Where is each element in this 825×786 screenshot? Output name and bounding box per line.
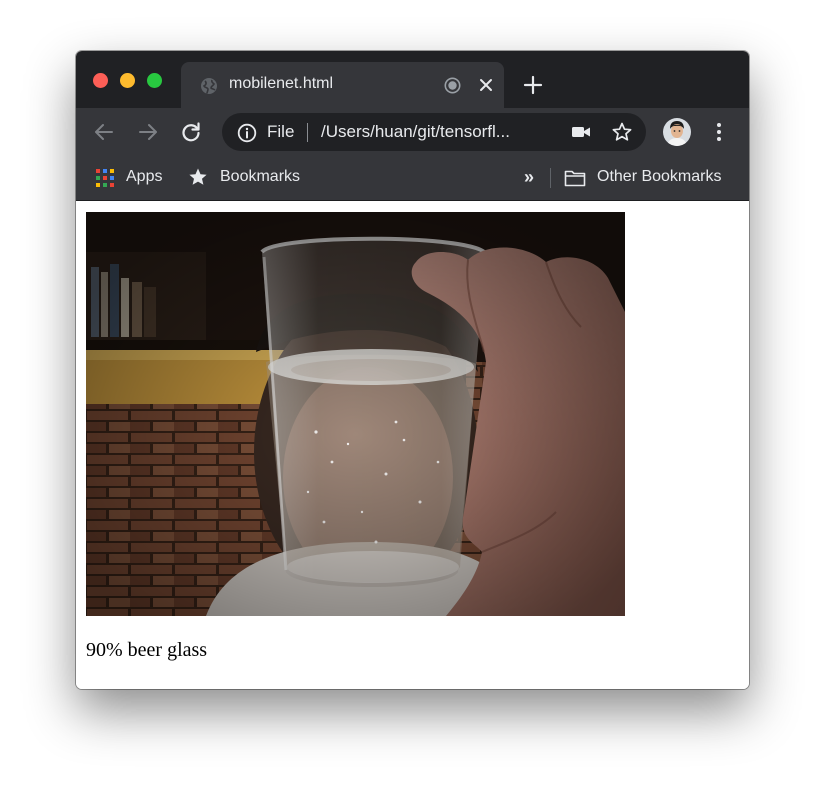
prediction-text: 90% beer glass [86,639,208,661]
bookmark-other[interactable]: Other Bookmarks [597,168,721,186]
address-bar[interactable]: File /Users/huan/git/tensorfl... [222,113,646,151]
tab-title: mobilenet.html [229,75,334,92]
bookmarks-bar: Apps Bookmarks » Other Bookmarks [76,156,749,201]
new-tab-plus-icon[interactable] [523,75,543,95]
address-divider [307,123,308,142]
apps-grid-icon[interactable] [96,169,114,187]
toolbar: File /Users/huan/git/tensorfl... [76,108,749,156]
menu-kebab-icon[interactable] [711,121,727,143]
tab-strip: mobilenet.html [76,51,749,108]
back-arrow-icon[interactable] [93,121,115,143]
window-minimize-button[interactable] [120,73,135,88]
bookmark-star-icon[interactable] [611,121,633,143]
globe-icon [201,78,217,94]
folder-icon [564,170,586,187]
reload-icon[interactable] [180,121,202,143]
url-text[interactable]: /Users/huan/git/tensorfl... [321,122,510,142]
close-tab-icon[interactable] [478,77,494,93]
bookmarks-divider [550,168,551,188]
window-maximize-button[interactable] [147,73,162,88]
star-icon [189,168,207,185]
info-icon[interactable] [237,123,257,143]
media-recording-icon [444,77,461,94]
webcam-photo [86,212,625,616]
scheme-label: File [267,122,295,141]
profile-avatar[interactable] [663,118,691,146]
camera-icon[interactable] [571,124,591,140]
window-close-button[interactable] [93,73,108,88]
browser-window: mobilenet.html File /Users/huan/git/tens… [76,51,749,689]
bookmark-apps[interactable]: Apps [126,168,162,186]
bookmark-bookmarks[interactable]: Bookmarks [220,168,300,186]
forward-arrow-icon[interactable] [137,121,159,143]
tab-mobilenet[interactable]: mobilenet.html [181,62,504,108]
page-content: 90% beer glass [76,201,749,689]
more-bookmarks-chevron[interactable]: » [524,167,534,188]
